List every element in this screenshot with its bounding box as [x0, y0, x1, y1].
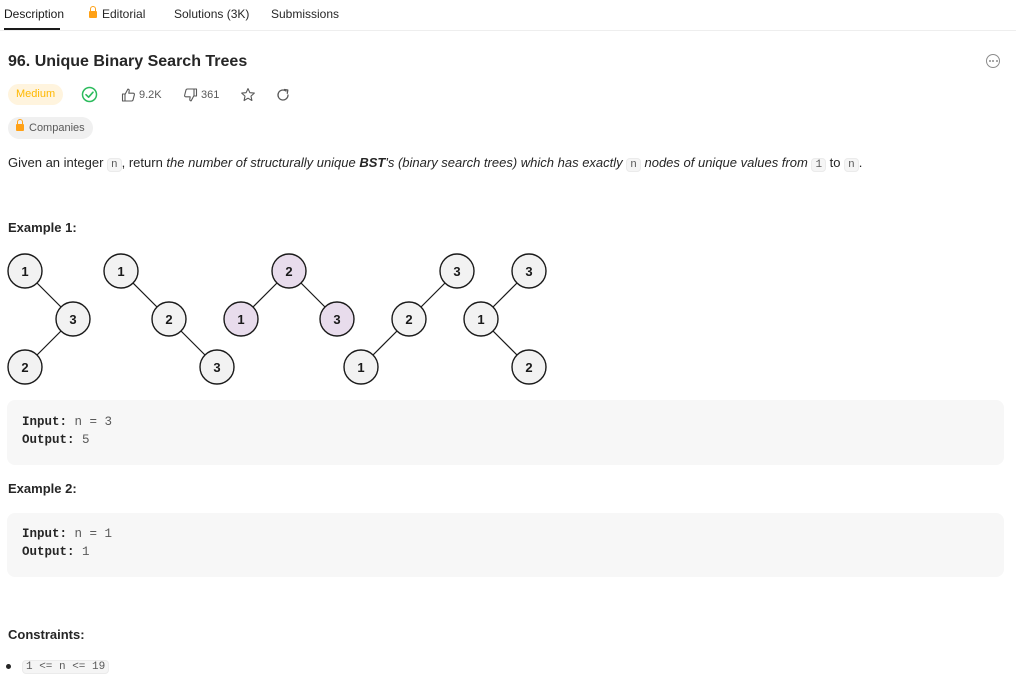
- svg-text:1: 1: [357, 360, 364, 375]
- example-2-heading: Example 2:: [8, 481, 77, 496]
- tab-solutions[interactable]: Solutions (3K): [174, 7, 249, 21]
- thumbs-up-icon: [121, 88, 135, 102]
- inline-code: n: [107, 158, 122, 172]
- tab-description[interactable]: Description: [4, 7, 64, 21]
- svg-text:1: 1: [477, 312, 484, 327]
- tree-node: 3: [511, 253, 547, 289]
- tab-editorial-label: Editorial: [102, 7, 146, 21]
- svg-text:1: 1: [21, 264, 28, 279]
- active-tab-indicator: [4, 28, 60, 30]
- tree-node: 2: [511, 349, 547, 385]
- tree-node: 2: [7, 349, 43, 385]
- tree-node: 2: [391, 301, 427, 337]
- thumbs-down-icon: [184, 88, 198, 102]
- tab-bar: Description Editorial Solutions (3K) Sub…: [0, 0, 1016, 31]
- dislike-count: 361: [201, 89, 220, 101]
- svg-text:2: 2: [285, 264, 292, 279]
- svg-text:1: 1: [117, 264, 124, 279]
- companies-label: Companies: [29, 122, 85, 134]
- companies-button[interactable]: Companies: [8, 117, 93, 139]
- svg-text:3: 3: [333, 312, 340, 327]
- example-1-block: Input: n = 3 Output: 5: [7, 400, 1004, 465]
- example-2-input: Input: n = 1: [22, 527, 113, 541]
- example-1-input: Input: n = 3: [22, 415, 113, 429]
- svg-text:2: 2: [405, 312, 412, 327]
- tree-node-highlighted: 1: [223, 301, 259, 337]
- like-count: 9.2K: [139, 89, 162, 101]
- tab-submissions[interactable]: Submissions: [271, 7, 339, 21]
- svg-text:3: 3: [453, 264, 460, 279]
- svg-text:2: 2: [165, 312, 172, 327]
- inline-code: n: [626, 158, 641, 172]
- bst-diagram: 1 3 2 1 2 3 2 1 3 3 2 1 3 1 2: [7, 253, 547, 385]
- tree-node: 3: [55, 301, 91, 337]
- svg-text:1: 1: [237, 312, 244, 327]
- tab-editorial[interactable]: Editorial: [89, 6, 146, 21]
- example-2-output: Output: 1: [22, 545, 90, 559]
- tree-node: 2: [151, 301, 187, 337]
- problem-title: 96. Unique Binary Search Trees: [8, 53, 248, 70]
- example-2-block: Input: n = 1 Output: 1: [7, 513, 1004, 577]
- tree-node: 3: [439, 253, 475, 289]
- svg-text:2: 2: [525, 360, 532, 375]
- list-bullet: [6, 664, 11, 669]
- svg-text:3: 3: [213, 360, 220, 375]
- more-options-icon[interactable]: [986, 54, 1000, 68]
- share-icon[interactable]: [275, 87, 291, 103]
- tree-node-highlighted: 3: [319, 301, 355, 337]
- difficulty-badge: Medium: [8, 84, 64, 105]
- lock-icon: [89, 6, 97, 18]
- dislike-button[interactable]: 361: [183, 88, 219, 102]
- tree-node: 1: [7, 253, 43, 289]
- tree-node: 3: [199, 349, 235, 385]
- problem-description: Given an integer n, return the number of…: [8, 155, 863, 172]
- tree-node: 1: [463, 301, 499, 337]
- example-1-output: Output: 5: [22, 433, 90, 447]
- tree-node: 1: [343, 349, 379, 385]
- like-button[interactable]: 9.2K: [121, 88, 162, 102]
- tree-node-highlighted: 2: [271, 253, 307, 289]
- svg-text:2: 2: [21, 360, 28, 375]
- inline-code: n: [844, 158, 859, 172]
- solved-check-icon: [81, 86, 98, 103]
- svg-text:3: 3: [69, 312, 76, 327]
- lock-icon: [16, 119, 24, 131]
- tree-node: 1: [103, 253, 139, 289]
- inline-code: 1: [811, 158, 827, 172]
- star-icon[interactable]: [240, 87, 256, 103]
- constraint-item: 1 <= n <= 19: [22, 660, 110, 674]
- constraints-heading: Constraints:: [8, 627, 85, 642]
- svg-text:3: 3: [525, 264, 532, 279]
- example-1-heading: Example 1:: [8, 220, 77, 235]
